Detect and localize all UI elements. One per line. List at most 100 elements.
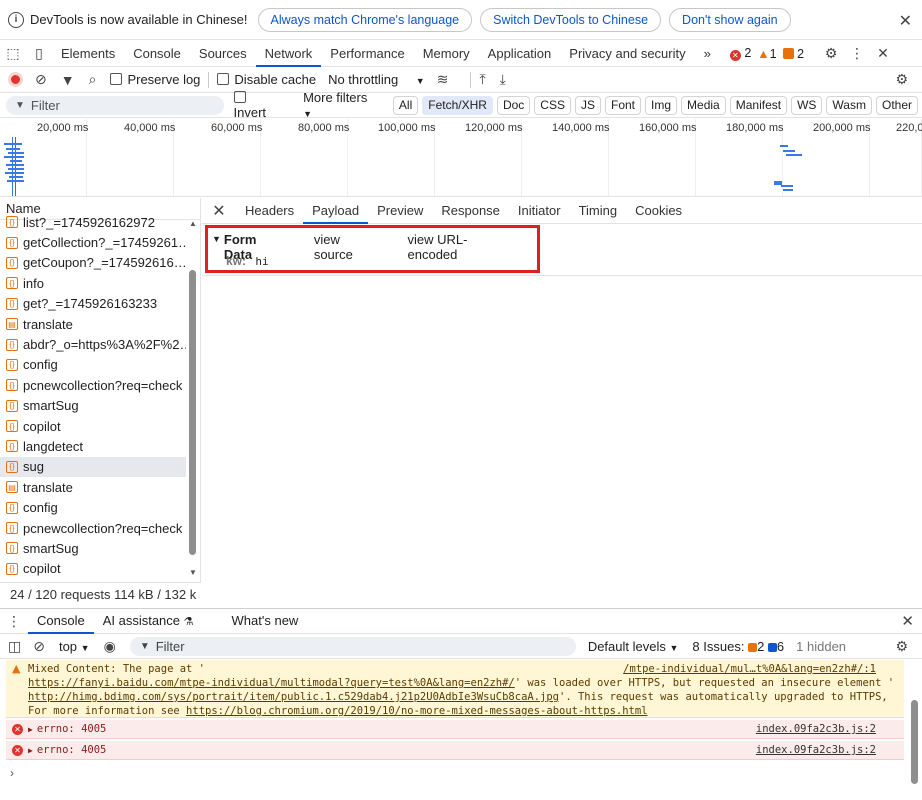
request-row[interactable]: {} smartSug [0, 396, 186, 416]
type-doc[interactable]: Doc [496, 95, 531, 115]
console-prompt-chevron-icon[interactable]: › [10, 766, 14, 780]
close-icon[interactable]: ✕ [899, 11, 912, 31]
request-row[interactable]: {} smartSug [0, 538, 186, 558]
insecure-element-link[interactable]: http://himg.bdimg.com/sys/portrait/item/… [28, 691, 559, 703]
search-icon[interactable]: ⌕ [89, 71, 97, 88]
close-devtools-icon[interactable]: ✕ [870, 45, 896, 62]
import-har-icon[interactable]: ⤒ [479, 71, 485, 88]
drawer-tab-ai-assistance[interactable]: AI assistance ⚗ [94, 608, 203, 634]
tab-sources[interactable]: Sources [190, 41, 256, 67]
type-wasm[interactable]: Wasm [826, 95, 872, 115]
tab-timing[interactable]: Timing [570, 198, 627, 224]
tab-headers[interactable]: Headers [236, 198, 303, 224]
tab-payload[interactable]: Payload [303, 198, 369, 224]
triangle-down-icon[interactable]: ▼ [212, 234, 221, 262]
request-row[interactable]: {} pcnewcollection?req=check [0, 518, 186, 538]
warning-source-link[interactable]: /mtpe-individual/mul…t%0A&lang=en2zh#/:1 [623, 662, 876, 676]
network-settings-gear-icon[interactable]: ⚙ [895, 71, 908, 88]
tab-elements[interactable]: Elements [52, 41, 124, 67]
clear-icon[interactable]: ⊘ [35, 71, 47, 88]
error-source-link[interactable]: index.09fa2c3b.js:2 [756, 744, 876, 756]
tab-cookies[interactable]: Cookies [626, 198, 691, 224]
view-url-encoded-link[interactable]: view URL-encoded [408, 232, 504, 262]
console-error-message[interactable]: ✕ ▶ errno: 4005 index.09fa2c3b.js:2 [6, 720, 904, 739]
invert-checkbox[interactable]: Invert [233, 90, 282, 120]
more-info-link[interactable]: https://blog.chromium.org/2019/10/no-mor… [186, 705, 647, 717]
request-row[interactable]: {} list?_=1745926162972 [0, 212, 186, 232]
close-drawer-icon[interactable]: ✕ [901, 612, 914, 630]
request-row[interactable]: {} getCoupon?_=174592616… [0, 253, 186, 273]
type-all[interactable]: All [392, 95, 419, 115]
request-row[interactable]: {} langdetect [0, 436, 186, 456]
type-media[interactable]: Media [681, 95, 726, 115]
scroll-thumb[interactable] [189, 270, 196, 555]
console-scrollbar[interactable] [911, 700, 918, 784]
error-source-link[interactable]: index.09fa2c3b.js:2 [756, 723, 876, 735]
expand-triangle-icon[interactable]: ▶ [28, 725, 33, 734]
preserve-log-checkbox[interactable]: Preserve log [110, 72, 200, 87]
status-badges[interactable]: ✕ 2 ▲1 2 [729, 46, 810, 61]
drawer-tab-whats-new[interactable]: What's new [223, 608, 308, 634]
sidebar-toggle-icon[interactable]: ◫ [8, 638, 21, 655]
console-error-message[interactable]: ✕ ▶ errno: 4005 index.09fa2c3b.js:2 [6, 741, 904, 760]
request-row[interactable]: {} abdr?_o=https%3A%2F%2… [0, 334, 186, 354]
console-settings-gear-icon[interactable]: ⚙ [895, 638, 908, 655]
device-toolbar-icon[interactable]: ▯ [26, 45, 52, 62]
type-js[interactable]: JS [574, 95, 601, 115]
close-detail-icon[interactable]: ✕ [202, 201, 236, 221]
drawer-menu-icon[interactable]: ⋮ [0, 613, 28, 630]
request-row[interactable]: {} sug [0, 456, 186, 478]
checkbox[interactable] [233, 91, 246, 103]
request-row[interactable]: {} copilot [0, 416, 186, 436]
request-row[interactable]: {} pcnewcollection?req=check [0, 375, 186, 395]
match-language-button[interactable]: Always match Chrome's language [257, 7, 473, 32]
view-source-link[interactable]: view source [314, 232, 374, 262]
type-css[interactable]: CSS [534, 95, 571, 115]
request-row[interactable]: ▤ translate [0, 314, 186, 334]
page-url-link[interactable]: https://fanyi.baidu.com/mtpe-individual/… [28, 677, 515, 689]
record-button[interactable] [8, 72, 23, 87]
inspect-element-icon[interactable]: ⬚ [0, 45, 26, 62]
tab-performance[interactable]: Performance [321, 41, 413, 67]
request-row[interactable]: {} config [0, 497, 186, 517]
issue-badge[interactable]: 2 [782, 47, 804, 61]
tab-preview[interactable]: Preview [368, 198, 432, 224]
type-fetch-xhr[interactable]: Fetch/XHR [422, 95, 493, 115]
request-row[interactable]: {} info [0, 273, 186, 293]
disable-cache-checkbox[interactable]: Disable cache [217, 72, 316, 87]
filter-funnel-icon[interactable]: ▼ [61, 72, 75, 88]
type-img[interactable]: Img [645, 95, 678, 115]
warning-badge[interactable]: ▲1 [757, 47, 776, 61]
checkbox[interactable] [110, 73, 123, 85]
request-row[interactable]: {} config [0, 355, 186, 375]
request-list-scrollbar[interactable]: ▲ ▼ [188, 219, 197, 580]
type-ws[interactable]: WS [791, 95, 823, 115]
console-filter-input[interactable]: ▼ Filter [129, 637, 576, 656]
type-other[interactable]: Other [875, 95, 918, 115]
tab-network[interactable]: Network [255, 41, 322, 67]
tab-privacy-security[interactable]: Privacy and security [560, 41, 694, 67]
checkbox[interactable] [217, 73, 230, 85]
context-select[interactable]: top ▼ [59, 639, 90, 654]
type-manifest[interactable]: Manifest [729, 95, 788, 115]
tab-console[interactable]: Console [124, 41, 190, 67]
eye-icon[interactable]: ◉ [104, 638, 116, 655]
more-tabs-chevron-icon[interactable]: » [695, 41, 720, 67]
network-conditions-icon[interactable]: ≋ [437, 71, 449, 88]
throttling-select[interactable]: No throttling ▼ [328, 72, 425, 87]
scroll-up-icon[interactable]: ▲ [189, 219, 197, 228]
log-levels-select[interactable]: Default levels ▼ [588, 639, 679, 654]
kebab-menu-icon[interactable]: ⋮ [844, 45, 870, 62]
request-row[interactable]: ▤ translate [0, 477, 186, 497]
filter-input[interactable]: ▼ Filter [6, 95, 224, 115]
more-filters-dropdown[interactable]: More filters ▼ [303, 90, 377, 120]
request-row[interactable]: {} copilot [0, 559, 186, 579]
error-badge[interactable]: ✕ 2 [729, 46, 751, 61]
dont-show-again-button[interactable]: Don't show again [669, 7, 791, 32]
network-overview-timeline[interactable]: 20,000 ms 40,000 ms 60,000 ms 80,000 ms … [0, 119, 922, 197]
type-font[interactable]: Font [605, 95, 642, 115]
drawer-tab-console[interactable]: Console [28, 608, 94, 634]
export-har-icon[interactable]: ⤓ [500, 71, 506, 88]
tab-application[interactable]: Application [479, 41, 561, 67]
expand-triangle-icon[interactable]: ▶ [28, 746, 33, 755]
